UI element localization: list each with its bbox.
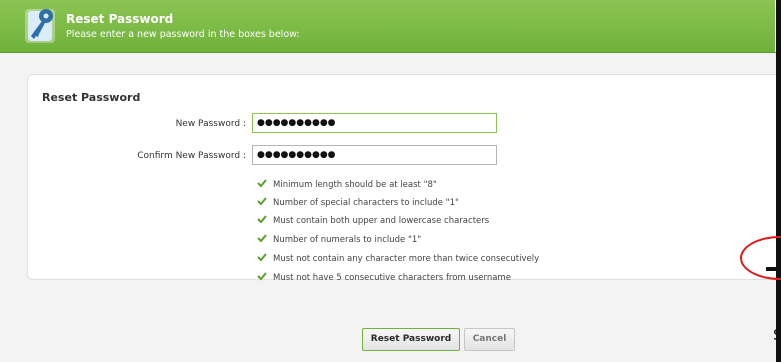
- form-panel: [27, 74, 780, 280]
- check-icon: [257, 234, 267, 243]
- rule-item: Must not contain any character more than…: [257, 252, 539, 266]
- new-password-field[interactable]: ●●●●●●●●●●: [252, 113, 497, 133]
- check-icon: [257, 272, 267, 281]
- page-header: Reset Password Please enter a new passwo…: [0, 0, 781, 53]
- rule-item: Must contain both upper and lowercase ch…: [257, 214, 489, 228]
- check-icon: [257, 197, 267, 206]
- rule-text: Must not have 5 consecutive characters f…: [273, 273, 511, 283]
- reset-password-button[interactable]: Reset Password: [362, 328, 460, 351]
- confirm-password-field[interactable]: ●●●●●●●●●●: [252, 145, 497, 165]
- new-password-label: New Password :: [175, 119, 246, 129]
- overlay-frame-edge: [776, 0, 781, 362]
- key-icon: [25, 9, 55, 43]
- rule-text: Must not contain any character more than…: [273, 254, 540, 264]
- rule-text: Minimum length should be at least "8": [273, 180, 437, 190]
- check-icon: [257, 253, 267, 262]
- rule-text: Must contain both upper and lowercase ch…: [273, 216, 490, 226]
- rule-text: Number of special characters to include …: [273, 198, 459, 208]
- section-title: Reset Password: [42, 91, 141, 104]
- header-title: Reset Password: [66, 12, 174, 26]
- cancel-button[interactable]: Cancel: [464, 328, 515, 351]
- rule-item: Number of numerals to include "1": [257, 233, 421, 247]
- rule-text: Number of numerals to include "1": [273, 235, 422, 245]
- rule-item: Number of special characters to include …: [257, 196, 459, 210]
- confirm-password-label: Confirm New Password :: [137, 151, 246, 161]
- check-icon: [257, 215, 267, 224]
- reset-password-page: Reset Password Please enter a new passwo…: [0, 0, 781, 362]
- check-icon: [257, 179, 267, 188]
- rule-item: Must not have 5 consecutive characters f…: [257, 271, 511, 285]
- cut-off-text: S: [773, 326, 781, 344]
- rule-item: Minimum length should be at least "8": [257, 178, 437, 192]
- header-subtitle: Please enter a new password in the boxes…: [66, 29, 300, 40]
